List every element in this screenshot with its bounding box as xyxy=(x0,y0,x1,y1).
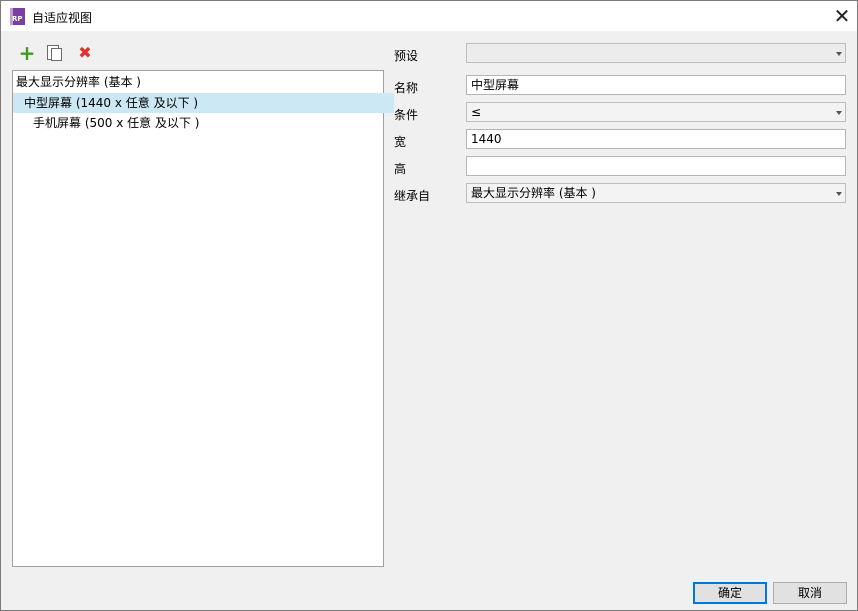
condition-select[interactable]: ≤ xyxy=(466,102,846,122)
condition-label: 条件 xyxy=(394,108,419,122)
delete-icon[interactable]: ✖ xyxy=(75,43,95,63)
add-icon[interactable]: + xyxy=(17,43,37,63)
app-icon-text: RP xyxy=(12,15,23,23)
preset-label: 预设 xyxy=(394,49,419,63)
app-icon: RP xyxy=(10,8,25,25)
close-icon[interactable]: ✕ xyxy=(827,1,857,31)
title-bar: RP 自适应视图 ✕ xyxy=(1,1,857,31)
name-input[interactable]: 中型屏幕 xyxy=(466,75,846,95)
chevron-down-icon xyxy=(836,192,842,196)
copy-icon-front xyxy=(51,48,62,61)
cancel-button[interactable]: 取消 xyxy=(773,582,847,604)
inherit-value: 最大显示分辨率 (基本 ) xyxy=(471,186,596,200)
chevron-down-icon xyxy=(836,111,842,115)
tree-item-phone-screen[interactable]: 手机屏幕 (500 x 任意 及以下 ) xyxy=(13,113,403,133)
name-label: 名称 xyxy=(394,81,419,95)
width-input[interactable]: 1440 xyxy=(466,129,846,149)
copy-icon[interactable] xyxy=(44,43,64,63)
height-label: 高 xyxy=(394,162,407,176)
tree-item-base[interactable]: 最大显示分辨率 (基本 ) xyxy=(13,72,386,92)
width-label: 宽 xyxy=(394,135,407,149)
inherit-select[interactable]: 最大显示分辨率 (基本 ) xyxy=(466,183,846,203)
dialog-title: 自适应视图 xyxy=(32,11,93,25)
preset-select[interactable] xyxy=(466,43,846,63)
dialog-window: RP 自适应视图 ✕ + ✖ 最大显示分辨率 (基本 ) 中型屏幕 (1440 … xyxy=(0,0,858,611)
inherit-label: 继承自 xyxy=(394,189,431,203)
view-tree[interactable]: 最大显示分辨率 (基本 ) 中型屏幕 (1440 x 任意 及以下 ) 手机屏幕… xyxy=(12,70,394,567)
ok-button[interactable]: 确定 xyxy=(693,582,767,604)
chevron-down-icon xyxy=(836,52,842,56)
tree-item-medium-screen[interactable]: 中型屏幕 (1440 x 任意 及以下 ) xyxy=(13,93,394,113)
height-input[interactable] xyxy=(466,156,846,176)
condition-value: ≤ xyxy=(471,105,482,119)
